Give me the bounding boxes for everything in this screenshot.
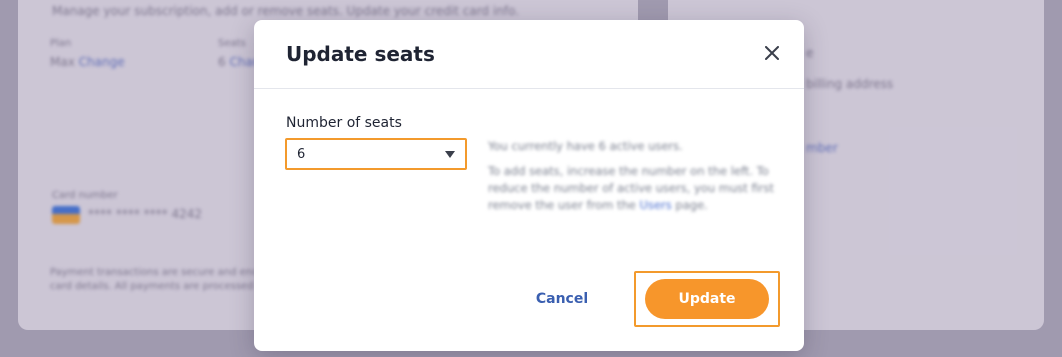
update-seats-dialog: Update seats Number of seats 6 You curre…: [254, 20, 804, 351]
update-button[interactable]: Update: [645, 279, 769, 319]
seats-info: You currently have 6 active users. To ad…: [488, 138, 778, 222]
seats-field-label: Number of seats: [286, 115, 402, 131]
info-instructions: To add seats, increase the number on the…: [488, 164, 774, 212]
header-divider: [254, 88, 804, 89]
users-page-link[interactable]: Users: [640, 198, 672, 212]
dialog-title: Update seats: [286, 42, 435, 66]
info-current-users: You currently have 6 active users.: [488, 139, 683, 153]
close-icon: [765, 46, 779, 60]
chevron-down-icon: [445, 150, 455, 158]
close-button[interactable]: [760, 41, 784, 65]
cancel-button[interactable]: Cancel: [522, 284, 602, 314]
seats-select[interactable]: 6: [285, 138, 467, 170]
seats-select-value: 6: [297, 146, 306, 162]
update-button-highlight: Update: [634, 271, 780, 327]
